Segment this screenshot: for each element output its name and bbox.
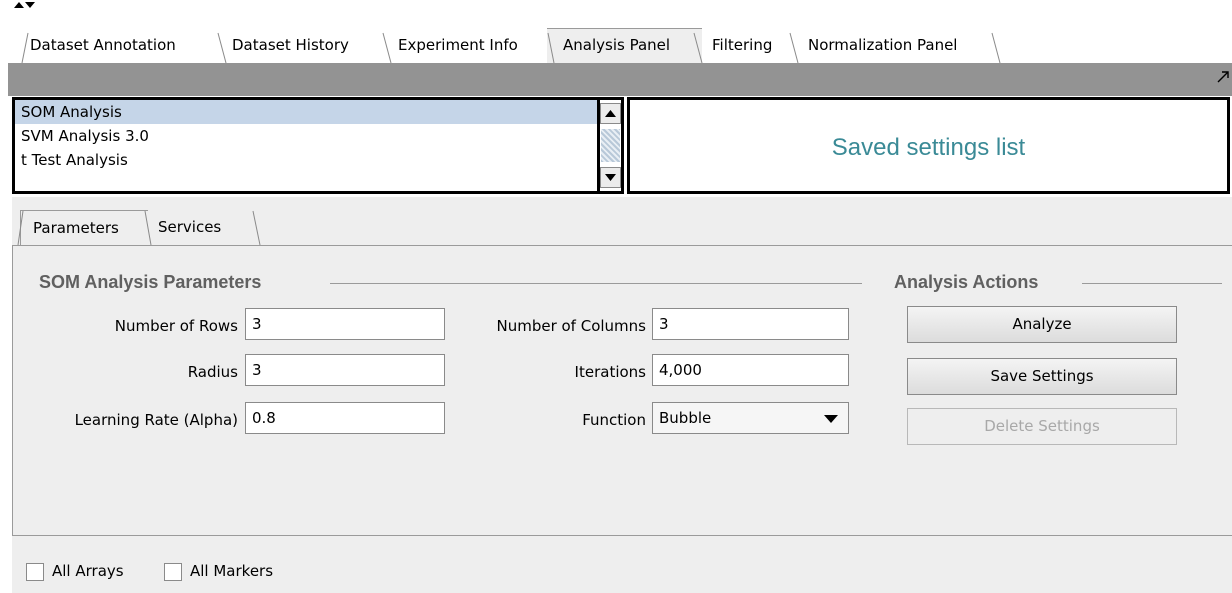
function-dropdown[interactable]: Bubble (652, 402, 849, 434)
parameters-panel: Parameters Services SOM Analysis Paramet… (12, 197, 1232, 545)
iterations-field[interactable]: 4,000 (652, 354, 849, 386)
top-tab-bar: Dataset Annotation Dataset History Exper… (14, 11, 1232, 64)
analysis-list[interactable]: SOM Analysis SVM Analysis 3.0 t Test Ana… (15, 100, 597, 191)
actions-group-title: Analysis Actions (894, 272, 1039, 292)
tab-separators (21, 32, 1001, 64)
columns-field[interactable]: 3 (652, 308, 849, 340)
group-divider (330, 283, 862, 284)
actions-divider (1082, 283, 1222, 284)
analyze-button[interactable]: Analyze (907, 306, 1177, 343)
maximize-icon[interactable] (1216, 70, 1230, 84)
list-item[interactable]: t Test Analysis (15, 148, 597, 172)
list-scrollbar[interactable] (600, 100, 621, 191)
saved-settings-list[interactable]: Saved settings list (627, 97, 1230, 194)
arrow-up-icon (605, 110, 616, 117)
rows-label: Number of Rows (114, 317, 238, 335)
function-label: Function (582, 411, 646, 429)
analysis-list-box: SOM Analysis SVM Analysis 3.0 t Test Ana… (12, 97, 624, 194)
iterations-label: Iterations (574, 363, 646, 381)
scroll-thumb[interactable] (601, 129, 620, 162)
all-markers-checkbox[interactable] (164, 563, 182, 581)
function-value: Bubble (659, 409, 712, 427)
parameters-group-title: SOM Analysis Parameters (39, 272, 262, 292)
columns-label: Number of Columns (496, 317, 646, 335)
delete-settings-button[interactable]: Delete Settings (907, 408, 1177, 445)
arrow-down-icon (605, 174, 616, 181)
alpha-label: Learning Rate (Alpha) (74, 411, 238, 429)
split-pane-arrows-icon[interactable] (14, 0, 38, 10)
bottom-options-bar: All Arrays All Markers (12, 545, 1232, 593)
list-item[interactable]: SVM Analysis 3.0 (15, 124, 597, 148)
radius-label: Radius (187, 363, 238, 381)
subtab-separators (17, 210, 261, 246)
all-markers-label[interactable]: All Markers (190, 562, 273, 580)
alpha-field[interactable]: 0.8 (245, 402, 445, 434)
rows-field[interactable]: 3 (245, 308, 445, 340)
panel-header-strip (8, 63, 1232, 96)
save-settings-button[interactable]: Save Settings (907, 358, 1177, 395)
chevron-down-icon (824, 415, 838, 423)
scroll-down-button[interactable] (600, 167, 621, 188)
all-arrays-label[interactable]: All Arrays (52, 562, 124, 580)
all-arrays-checkbox[interactable] (26, 563, 44, 581)
saved-settings-label: Saved settings list (831, 134, 1026, 161)
list-item[interactable]: SOM Analysis (15, 100, 597, 124)
radius-field[interactable]: 3 (245, 354, 445, 386)
scroll-up-button[interactable] (600, 103, 621, 124)
